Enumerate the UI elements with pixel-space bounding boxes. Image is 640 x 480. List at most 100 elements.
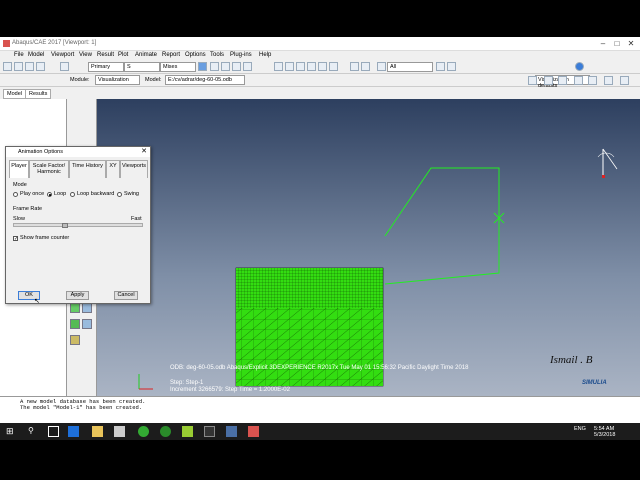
clock-date[interactable]: 5/3/2018	[594, 432, 615, 438]
next-frame-icon[interactable]	[232, 62, 241, 71]
radio-loop-backward[interactable]	[70, 192, 75, 197]
query-icon[interactable]	[60, 62, 69, 71]
filter-icon[interactable]	[447, 62, 456, 71]
menu-plot[interactable]: Plot	[118, 52, 128, 58]
menu-view[interactable]: View	[79, 52, 92, 58]
menu-bar: File Model Viewport View Result Plot Ani…	[0, 51, 640, 60]
frame-rate-label: Frame Rate	[13, 206, 43, 212]
refresh-icon[interactable]	[198, 62, 207, 71]
tab-viewports[interactable]: Viewports	[120, 160, 148, 178]
help-icon[interactable]	[575, 62, 584, 71]
frame-rate-slider-handle[interactable]	[62, 223, 68, 228]
app-icon-green[interactable]	[160, 426, 171, 437]
last-frame-icon[interactable]	[243, 62, 252, 71]
label-loop: Loop	[54, 191, 67, 197]
view-triad	[597, 148, 618, 178]
animation-options-icon[interactable]	[620, 76, 629, 85]
menu-tools[interactable]: Tools	[210, 52, 224, 58]
viewport[interactable]: ODB: deg-60-05.odb Abaqus/Explicit 3DEXP…	[97, 99, 640, 396]
search-icon[interactable]: ⚲	[28, 426, 39, 437]
tab-time-history[interactable]: Time History	[69, 160, 106, 178]
tab-scale-factor-harmonic[interactable]: Scale Factor/ Harmonic	[29, 160, 69, 178]
radio-swing[interactable]	[117, 192, 122, 197]
menu-model[interactable]: Model	[28, 52, 44, 58]
edge-icon[interactable]	[68, 426, 79, 437]
menu-viewport[interactable]: Viewport	[51, 52, 74, 58]
frame-rate-slider[interactable]	[13, 223, 143, 228]
cycle-views-icon[interactable]	[329, 62, 338, 71]
terminal-icon[interactable]	[204, 426, 215, 437]
menu-result[interactable]: Result	[97, 52, 114, 58]
signature-text: Ismail . B	[550, 354, 593, 366]
step-text: Step: Step-1	[170, 380, 204, 386]
show-frame-counter-checkbox[interactable]: ✓	[13, 236, 18, 242]
apply-button[interactable]: Apply	[66, 291, 89, 300]
module-label: Module:	[70, 77, 90, 83]
open-icon[interactable]	[14, 62, 23, 71]
menu-options[interactable]: Options	[185, 52, 206, 58]
minimize-button[interactable]: –	[596, 39, 610, 48]
slow-label: Slow	[13, 216, 25, 222]
save-icon[interactable]	[25, 62, 34, 71]
tab-player[interactable]: Player	[9, 160, 29, 178]
player-panel: Mode Play once Loop Loop backward Swing …	[9, 178, 147, 396]
screen: Abaqus/CAE 2017 [Viewport: 1] – □ ✕ File…	[0, 0, 640, 480]
radio-loop[interactable]	[47, 192, 52, 197]
deformed-outline	[384, 167, 500, 285]
odb-info-text: ODB: deg-60-05.odb Abaqus/Explicit 3DEXP…	[170, 365, 469, 371]
module-combo[interactable]: Visualization	[95, 75, 140, 85]
box-zoom-icon[interactable]	[307, 62, 316, 71]
new-icon[interactable]	[3, 62, 12, 71]
pan-icon[interactable]	[274, 62, 283, 71]
tab-results[interactable]: Results	[25, 89, 52, 99]
magnify-icon[interactable]	[296, 62, 305, 71]
radio-play-once[interactable]	[13, 192, 18, 197]
first-frame-icon-2[interactable]	[528, 76, 537, 85]
s-combo[interactable]: S	[124, 62, 160, 72]
store-icon[interactable]	[114, 426, 125, 437]
last-frame-icon-2[interactable]	[588, 76, 597, 85]
tab-xy[interactable]: XY	[106, 160, 120, 178]
menu-help[interactable]: Help	[259, 52, 271, 58]
recorder-icon[interactable]	[248, 426, 259, 437]
windows-start-icon[interactable]: ⊞	[6, 426, 17, 437]
prev-frame-icon-2[interactable]	[544, 76, 553, 85]
render-style-icon[interactable]	[350, 62, 359, 71]
print-icon[interactable]	[36, 62, 45, 71]
menu-animate[interactable]: Animate	[135, 52, 157, 58]
display-group-icon[interactable]	[436, 62, 445, 71]
chrome-icon[interactable]	[138, 426, 149, 437]
dialog-close-icon[interactable]: ✕	[141, 147, 147, 155]
auto-fit-icon[interactable]	[318, 62, 327, 71]
selection-combo[interactable]: All	[387, 62, 433, 72]
hidden-icon[interactable]	[361, 62, 370, 71]
menu-file[interactable]: File	[14, 52, 24, 58]
tab-model[interactable]: Model	[3, 89, 26, 99]
fast-label: Fast	[131, 216, 142, 222]
close-button[interactable]: ✕	[624, 39, 638, 48]
select-arrow-icon[interactable]	[377, 62, 386, 71]
play-icon[interactable]	[558, 76, 567, 85]
model-combo[interactable]: E:/cv/adrar/deg-60-05.odb	[165, 75, 245, 85]
model-label: Model:	[145, 77, 162, 83]
task-view-icon[interactable]	[48, 426, 59, 437]
language-indicator[interactable]: ENG	[574, 426, 586, 432]
primary-combo[interactable]: Primary	[88, 62, 124, 72]
file-explorer-icon[interactable]	[92, 426, 103, 437]
abaqus-taskbar-icon[interactable]	[226, 426, 237, 437]
stop-icon[interactable]	[604, 76, 613, 85]
window-title: Abaqus/CAE 2017 [Viewport: 1]	[12, 40, 97, 46]
maximize-button[interactable]: □	[610, 39, 624, 48]
menu-plugins[interactable]: Plug-ins	[230, 52, 252, 58]
prev-frame-icon[interactable]	[221, 62, 230, 71]
rotate-icon[interactable]	[285, 62, 294, 71]
app-icon-camtasia[interactable]	[182, 426, 193, 437]
mises-combo[interactable]: Mises	[160, 62, 196, 72]
first-frame-icon[interactable]	[210, 62, 219, 71]
next-frame-icon-2[interactable]	[574, 76, 583, 85]
menu-report[interactable]: Report	[162, 52, 180, 58]
label-play-once: Play once	[20, 191, 45, 197]
title-bar: Abaqus/CAE 2017 [Viewport: 1] – □ ✕	[0, 37, 640, 51]
cancel-button[interactable]: Cancel	[114, 291, 138, 300]
abaqus-window: Abaqus/CAE 2017 [Viewport: 1] – □ ✕ File…	[0, 37, 640, 423]
